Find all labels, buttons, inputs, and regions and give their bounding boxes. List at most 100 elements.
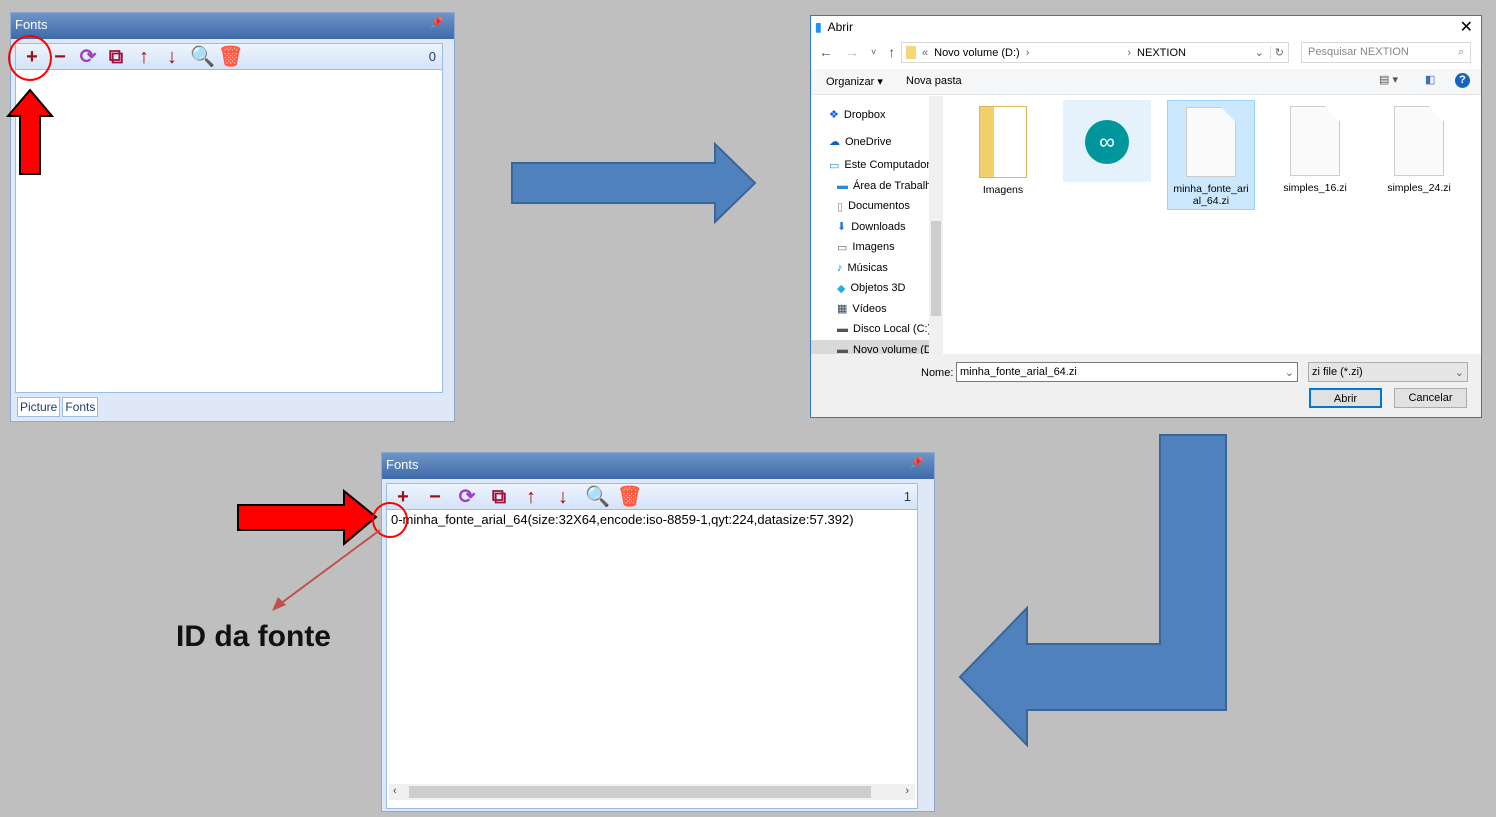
nav-buttons: ← → ˅ ↑: [819, 44, 895, 60]
nav-downloads[interactable]: ⬇ Downloads: [829, 217, 941, 238]
nav-onedrive[interactable]: ☁ OneDrive: [829, 128, 941, 155]
refresh-icon[interactable]: ↻: [1269, 46, 1288, 59]
app-icon: ▮: [815, 20, 822, 34]
recent-icon[interactable]: ˅: [871, 47, 876, 60]
organize-button[interactable]: Organizar ▾: [826, 75, 883, 88]
blue-right-arrow: [511, 142, 757, 225]
computer-icon: ▭: [829, 159, 840, 172]
dialog-footer: Nome: minha_fonte_arial_64.zi ⌄ zi file (…: [811, 354, 1481, 417]
nav-label: Área de Trabalho: [853, 179, 938, 192]
delete-all-icon[interactable]: 🗑: [617, 487, 642, 507]
open-button[interactable]: Abrir: [1309, 388, 1382, 408]
up-icon[interactable]: ↑: [888, 44, 895, 60]
font-count: 1: [903, 489, 911, 504]
breadcrumb-drive[interactable]: Novo volume (D:): [934, 47, 1020, 59]
forward-icon[interactable]: →: [845, 44, 859, 60]
download-icon: ⬇: [837, 221, 847, 234]
view-icon[interactable]: ▤ ▾: [1379, 73, 1398, 86]
cloud-icon: ☁: [829, 136, 840, 148]
nav-desktop[interactable]: ▬ Área de Trabalho: [829, 176, 941, 197]
file-type-select[interactable]: zi file (*.zi) ⌄: [1308, 362, 1468, 382]
preview-pane-icon[interactable]: ◧: [1425, 73, 1435, 86]
address-bar[interactable]: « Novo volume (D:) › › NEXTION ⌄ ↻: [901, 42, 1289, 63]
close-icon[interactable]: ✕: [1460, 17, 1473, 37]
back-icon[interactable]: ←: [819, 44, 833, 60]
nav-pictures[interactable]: ▭ Imagens: [829, 237, 941, 258]
nav-label: Downloads: [851, 220, 906, 233]
nav-drive-c[interactable]: ▬ Disco Local (C:): [829, 319, 941, 340]
help-icon[interactable]: ?: [1455, 73, 1470, 88]
file-icon: [1290, 106, 1340, 176]
replace-icon[interactable]: ⧉: [489, 487, 509, 507]
nav-label: Objetos 3D: [850, 282, 906, 295]
horizontal-scrollbar[interactable]: ‹ ›: [389, 784, 915, 800]
pin-icon[interactable]: 📌: [430, 16, 444, 29]
red-up-arrow: [6, 88, 55, 175]
cube-icon: ◆: [837, 282, 846, 295]
file-icon: [1186, 107, 1236, 177]
move-up-icon[interactable]: ↑: [521, 487, 541, 507]
refresh-icon[interactable]: ⟳: [78, 47, 98, 67]
pointer-line: [272, 529, 381, 611]
remove-icon[interactable]: −: [425, 487, 445, 507]
search-icon: ⌕: [1457, 46, 1464, 58]
file-view: Imagens ∞ minha_fonte_arial_64.zi simple…: [945, 96, 1481, 354]
file-item-selected[interactable]: minha_fonte_arial_64.zi: [1167, 100, 1255, 210]
file-icon: [1394, 106, 1444, 176]
drive-icon: ▬: [837, 323, 848, 336]
nav-videos[interactable]: ▦ Vídeos: [829, 299, 941, 320]
file-type-value: zi file (*.zi): [1312, 366, 1363, 378]
nav-dropbox[interactable]: ❖ Dropbox: [829, 101, 941, 128]
nav-music[interactable]: ♪ Músicas: [829, 258, 941, 279]
cancel-button[interactable]: Cancelar: [1394, 388, 1467, 408]
annotation-label: ID da fonte: [176, 620, 331, 653]
file-item[interactable]: simples_16.zi: [1271, 100, 1359, 194]
font-list-item[interactable]: 0-minha_fonte_arial_64(size:32X64,encode…: [391, 512, 854, 527]
move-down-icon[interactable]: ↓: [553, 487, 573, 507]
preview-icon[interactable]: 🔍: [190, 47, 215, 67]
file-item[interactable]: simples_24.zi: [1375, 100, 1463, 194]
new-folder-button[interactable]: Nova pasta: [906, 75, 962, 87]
move-up-icon[interactable]: ↑: [134, 47, 154, 67]
tab-picture[interactable]: Picture: [17, 397, 61, 417]
breadcrumb-folder[interactable]: NEXTION: [1137, 47, 1186, 59]
nav-this-pc[interactable]: ▭ Este Computador: [829, 155, 941, 176]
breadcrumb-overflow[interactable]: «: [922, 47, 928, 59]
chevron-down-icon[interactable]: ⌄: [1255, 46, 1264, 59]
scrollbar-thumb[interactable]: [409, 786, 871, 798]
arduino-folder-icon: ∞: [1085, 120, 1129, 164]
scroll-left-icon[interactable]: ‹: [393, 785, 397, 797]
blue-return-arrow: [958, 434, 1227, 748]
delete-all-icon[interactable]: 🗑: [218, 47, 243, 67]
preview-icon[interactable]: 🔍: [585, 487, 610, 507]
nav-label: Documentos: [848, 200, 910, 213]
fonts-panel-before: Fonts 📌 + − ⟳ ⧉ ↑ ↓ 🔍 🗑 0 Picture Fonts: [10, 12, 455, 422]
file-item-folder-imagens[interactable]: Imagens: [959, 100, 1047, 196]
move-down-icon[interactable]: ↓: [162, 47, 182, 67]
search-input[interactable]: Pesquisar NEXTION ⌕: [1301, 42, 1471, 63]
video-icon: ▦: [837, 303, 848, 316]
nav-label: Músicas: [847, 261, 888, 274]
tab-fonts[interactable]: Fonts: [62, 397, 99, 417]
font-list[interactable]: + − ⟳ ⧉ ↑ ↓ 🔍 🗑 0: [15, 43, 443, 393]
panel-title: Fonts 📌: [382, 453, 934, 479]
file-name-input[interactable]: minha_fonte_arial_64.zi ⌄: [956, 362, 1298, 382]
file-item-arduino-folder[interactable]: ∞: [1063, 100, 1151, 182]
refresh-icon[interactable]: ⟳: [457, 487, 477, 507]
highlight-circle: [8, 35, 52, 81]
scroll-right-icon[interactable]: ›: [905, 785, 909, 797]
font-list[interactable]: + − ⟳ ⧉ ↑ ↓ 🔍 🗑 1 0-minha_fonte_arial_64…: [386, 483, 918, 809]
panel-tabs: Picture Fonts: [17, 397, 99, 417]
folder-icon: [979, 106, 1027, 178]
nav-label: Este Computador: [844, 159, 931, 172]
nav-documents[interactable]: ▯ Documentos: [829, 196, 941, 217]
remove-icon[interactable]: −: [50, 47, 70, 67]
breadcrumb-sep: ›: [1127, 46, 1132, 59]
dialog-title: Abrir: [827, 20, 853, 34]
replace-icon[interactable]: ⧉: [106, 47, 126, 67]
nav-3d-objects[interactable]: ◆ Objetos 3D: [829, 278, 941, 299]
file-name: Imagens: [982, 184, 1024, 196]
pin-icon[interactable]: 📌: [910, 456, 924, 469]
chevron-down-icon[interactable]: ⌄: [1285, 366, 1294, 379]
nav-scrollbar[interactable]: [929, 96, 943, 354]
